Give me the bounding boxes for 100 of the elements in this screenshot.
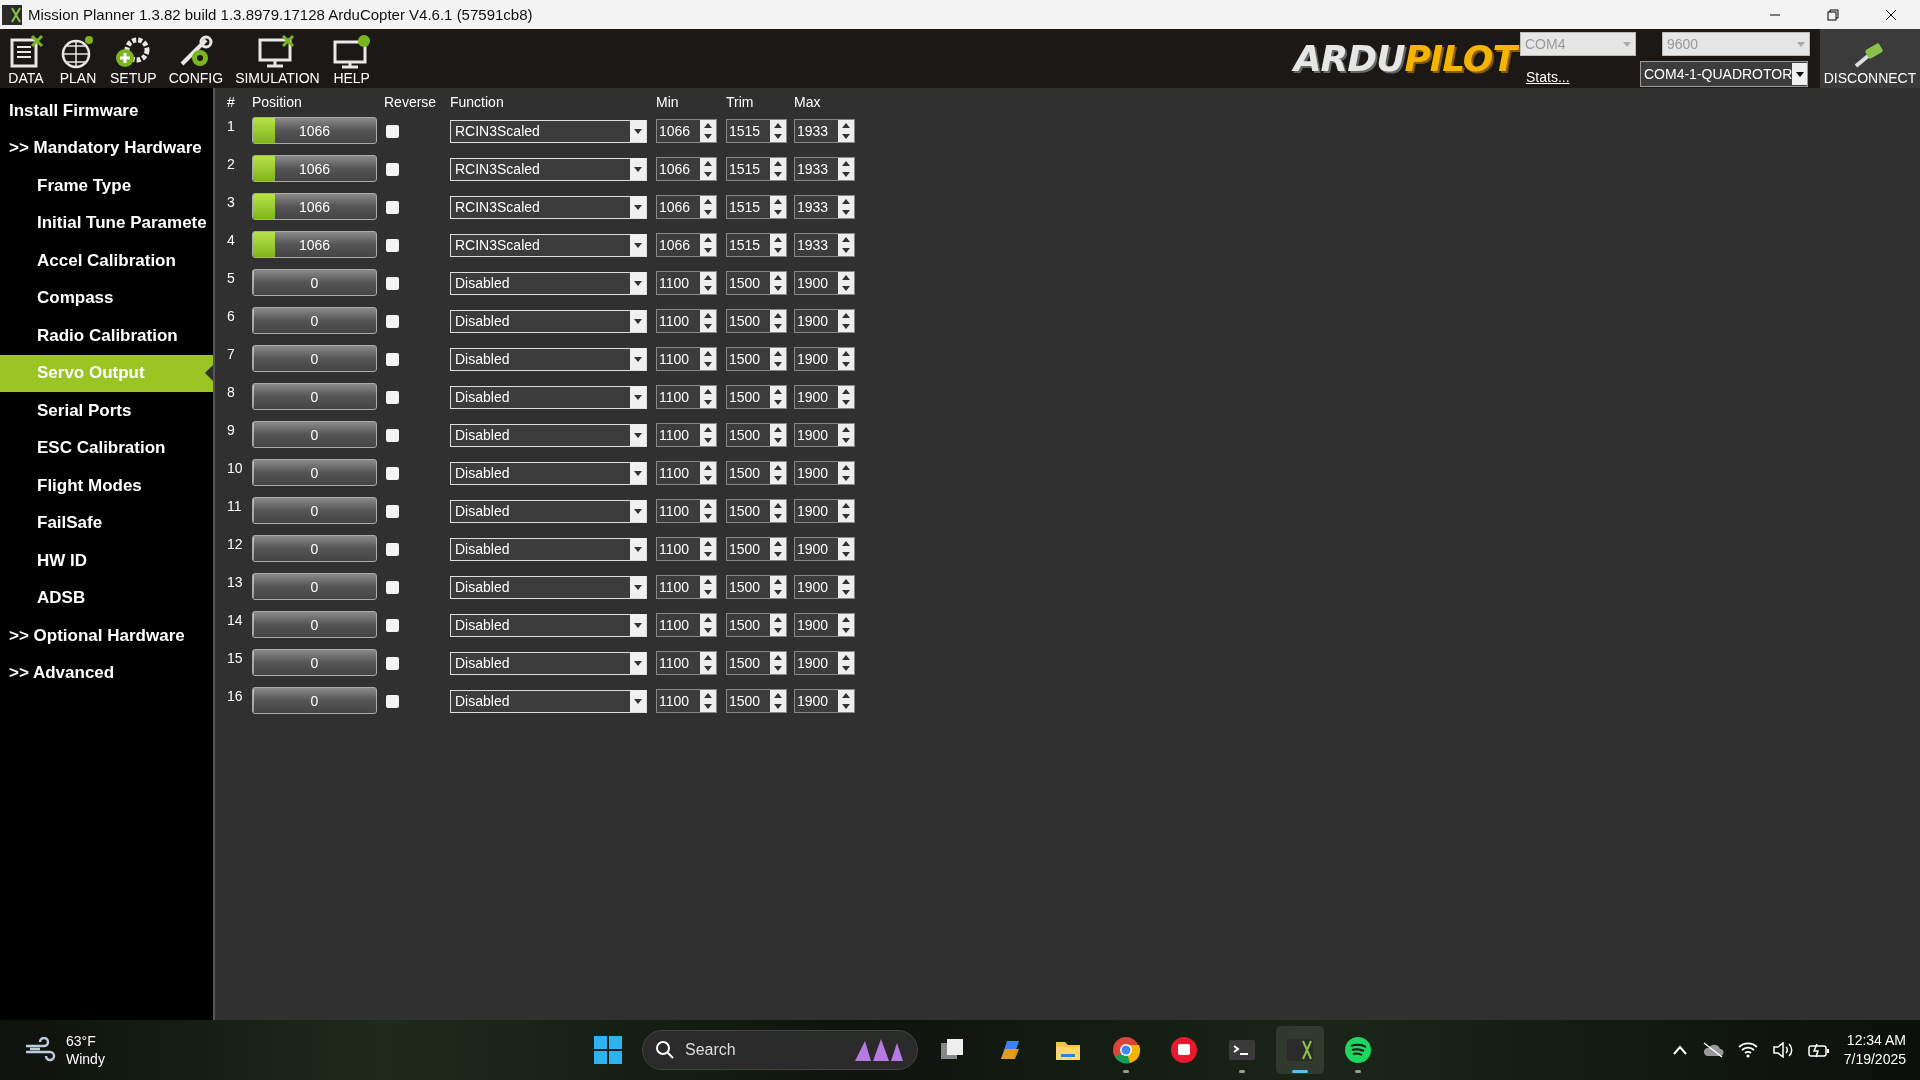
- function-select[interactable]: Disabled: [450, 385, 647, 409]
- toolbar-button[interactable]: CONFIG: [162, 29, 230, 88]
- function-select[interactable]: Disabled: [450, 461, 647, 485]
- reverse-checkbox[interactable]: [386, 238, 399, 252]
- number-spinner[interactable]: 1100: [656, 575, 717, 599]
- function-select[interactable]: Disabled: [450, 651, 647, 675]
- reverse-checkbox[interactable]: [386, 352, 399, 366]
- function-select[interactable]: RCIN3Scaled: [450, 233, 647, 257]
- cloud-off-icon[interactable]: [1701, 1042, 1724, 1058]
- function-select[interactable]: Disabled: [450, 575, 647, 599]
- number-spinner[interactable]: 1900: [794, 613, 855, 637]
- number-spinner[interactable]: 1900: [794, 499, 855, 523]
- number-spinner[interactable]: 1900: [794, 461, 855, 485]
- number-spinner[interactable]: 1900: [794, 651, 855, 675]
- number-spinner[interactable]: 1933: [794, 195, 855, 219]
- number-spinner[interactable]: 1515: [726, 119, 787, 143]
- toolbar-button[interactable]: SIMULATION: [229, 29, 326, 88]
- sidebar-item[interactable]: Radio Calibration: [0, 317, 213, 355]
- number-spinner[interactable]: 1515: [726, 233, 787, 257]
- number-spinner[interactable]: 1066: [656, 195, 717, 219]
- number-spinner[interactable]: 1100: [656, 499, 717, 523]
- toolbar-button[interactable]: HELP: [325, 29, 378, 88]
- sidebar-item[interactable]: ESC Calibration: [0, 429, 213, 467]
- number-spinner[interactable]: 1100: [656, 689, 717, 713]
- number-spinner[interactable]: 1500: [726, 499, 787, 523]
- sidebar-item[interactable]: >> Mandatory Hardware: [0, 129, 213, 167]
- battery-icon[interactable]: [1807, 1042, 1830, 1058]
- function-select[interactable]: Disabled: [450, 537, 647, 561]
- number-spinner[interactable]: 1900: [794, 271, 855, 295]
- number-spinner[interactable]: 1933: [794, 119, 855, 143]
- number-spinner[interactable]: 1066: [656, 119, 717, 143]
- function-select[interactable]: Disabled: [450, 347, 647, 371]
- number-spinner[interactable]: 1100: [656, 613, 717, 637]
- number-spinner[interactable]: 1500: [726, 575, 787, 599]
- search-field[interactable]: Search: [642, 1030, 918, 1070]
- reverse-checkbox[interactable]: [386, 542, 399, 556]
- sidebar-item[interactable]: HW ID: [0, 542, 213, 580]
- number-spinner[interactable]: 1500: [726, 537, 787, 561]
- reverse-checkbox[interactable]: [386, 200, 399, 214]
- number-spinner[interactable]: 1933: [794, 157, 855, 181]
- number-spinner[interactable]: 1900: [794, 575, 855, 599]
- number-spinner[interactable]: 1515: [726, 195, 787, 219]
- number-spinner[interactable]: 1900: [794, 385, 855, 409]
- number-spinner[interactable]: 1900: [794, 423, 855, 447]
- number-spinner[interactable]: 1933: [794, 233, 855, 257]
- reverse-checkbox[interactable]: [386, 694, 399, 708]
- sidebar-item[interactable]: Compass: [0, 279, 213, 317]
- number-spinner[interactable]: 1100: [656, 423, 717, 447]
- number-spinner[interactable]: 1500: [726, 309, 787, 333]
- number-spinner[interactable]: 1100: [656, 385, 717, 409]
- sidebar-item[interactable]: FailSafe: [0, 504, 213, 542]
- stats-link[interactable]: Stats...: [1526, 69, 1570, 85]
- number-spinner[interactable]: 1500: [726, 347, 787, 371]
- number-spinner[interactable]: 1100: [656, 461, 717, 485]
- number-spinner[interactable]: 1100: [656, 309, 717, 333]
- sidebar-item[interactable]: Install Firmware: [0, 92, 213, 130]
- number-spinner[interactable]: 1900: [794, 309, 855, 333]
- disconnect-button[interactable]: DISCONNECT: [1820, 29, 1920, 88]
- number-spinner[interactable]: 1500: [726, 461, 787, 485]
- reverse-checkbox[interactable]: [386, 276, 399, 290]
- chevron-up-icon[interactable]: [1671, 1045, 1688, 1055]
- reverse-checkbox[interactable]: [386, 390, 399, 404]
- sidebar-item[interactable]: Serial Ports: [0, 392, 213, 430]
- function-select[interactable]: Disabled: [450, 309, 647, 333]
- number-spinner[interactable]: 1500: [726, 689, 787, 713]
- function-select[interactable]: RCIN3Scaled: [450, 157, 647, 181]
- clock[interactable]: 12:34 AM 7/19/2025: [1843, 1031, 1906, 1069]
- function-select[interactable]: Disabled: [450, 499, 647, 523]
- function-select[interactable]: Disabled: [450, 613, 647, 637]
- sidebar-item[interactable]: Initial Tune Paramete: [0, 204, 213, 242]
- number-spinner[interactable]: 1500: [726, 385, 787, 409]
- sidebar-item[interactable]: Flight Modes: [0, 467, 213, 505]
- function-select[interactable]: RCIN3Scaled: [450, 119, 647, 143]
- taskbar-app[interactable]: [1276, 1026, 1324, 1074]
- reverse-checkbox[interactable]: [386, 656, 399, 670]
- toolbar-button[interactable]: PLAN: [52, 29, 104, 88]
- sidebar-item[interactable]: Accel Calibration: [0, 242, 213, 280]
- number-spinner[interactable]: 1900: [794, 347, 855, 371]
- number-spinner[interactable]: 1100: [656, 271, 717, 295]
- sidebar-item[interactable]: ADSB: [0, 579, 213, 617]
- sidebar-item[interactable]: Frame Type: [0, 167, 213, 205]
- number-spinner[interactable]: 1100: [656, 537, 717, 561]
- number-spinner[interactable]: 1500: [726, 423, 787, 447]
- reverse-checkbox[interactable]: [386, 466, 399, 480]
- wifi-icon[interactable]: [1737, 1042, 1758, 1058]
- reverse-checkbox[interactable]: [386, 580, 399, 594]
- number-spinner[interactable]: 1515: [726, 157, 787, 181]
- number-spinner[interactable]: 1066: [656, 233, 717, 257]
- sidebar-item[interactable]: >> Advanced: [0, 654, 213, 692]
- function-select[interactable]: Disabled: [450, 423, 647, 447]
- reverse-checkbox[interactable]: [386, 314, 399, 328]
- reverse-checkbox[interactable]: [386, 162, 399, 176]
- function-select[interactable]: Disabled: [450, 271, 647, 295]
- toolbar-button[interactable]: SETUP: [104, 29, 163, 88]
- reverse-checkbox[interactable]: [386, 618, 399, 632]
- sidebar-item[interactable]: >> Optional Hardware: [0, 617, 213, 655]
- number-spinner[interactable]: 1500: [726, 651, 787, 675]
- number-spinner[interactable]: 1900: [794, 689, 855, 713]
- number-spinner[interactable]: 1100: [656, 651, 717, 675]
- reverse-checkbox[interactable]: [386, 428, 399, 442]
